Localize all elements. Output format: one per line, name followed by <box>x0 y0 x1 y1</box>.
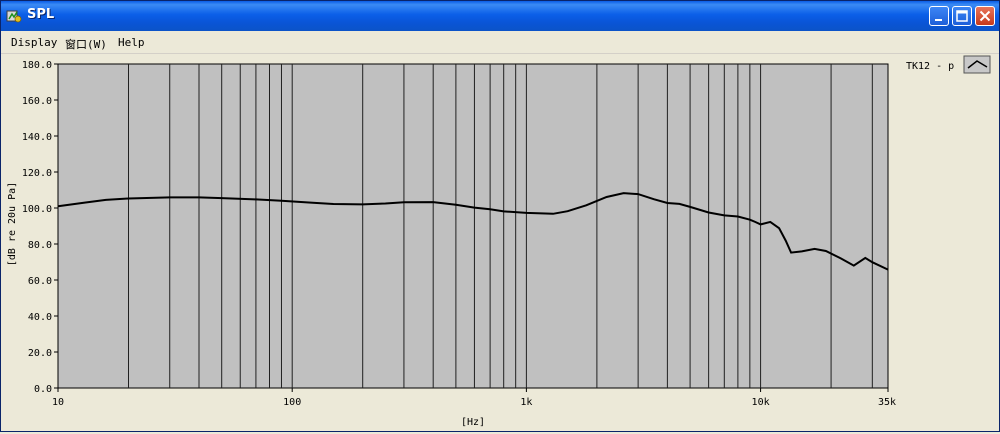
maximize-button[interactable] <box>952 6 972 26</box>
y-tick-label: 100.0 <box>22 204 52 215</box>
legend-label: TK12 - p <box>906 61 954 72</box>
menu-window[interactable]: 窗口(W) <box>65 36 107 52</box>
x-tick-label: 100 <box>283 397 301 408</box>
chart-panel: 0.0 20.0 40.0 60.0 80.0 100.0 120.0 140.0 160.0 1… <box>3 54 997 430</box>
x-tick-label: 10 <box>52 397 64 408</box>
app-icon <box>6 10 22 23</box>
x-tick-label: 10k <box>752 397 770 408</box>
legend-swatch[interactable] <box>963 55 991 74</box>
x-tick-label: 1k <box>520 397 532 408</box>
maximize-icon <box>956 10 968 22</box>
menu-bar: Display 窗口(W) Help <box>1 31 999 54</box>
spl-chart: 0.0 20.0 40.0 60.0 80.0 100.0 120.0 140.0 160.0 1… <box>7 55 991 428</box>
title-bar[interactable]: SPL <box>1 1 999 31</box>
close-button[interactable] <box>975 6 995 26</box>
y-tick-label: 40.0 <box>28 312 52 323</box>
x-axis-label: [Hz] <box>461 417 485 428</box>
y-axis-label: [dB re 20u Pa] <box>7 182 18 266</box>
y-tick-label: 180.0 <box>22 60 52 71</box>
plot-area <box>57 63 889 389</box>
x-tick-label: 35k <box>878 397 896 408</box>
window-title: SPL <box>27 7 55 22</box>
app-window: SPL Display 窗口(W) Help 0.0 20.0 40.0 60.0 80… <box>0 0 1000 432</box>
y-tick-label: 160.0 <box>22 96 52 107</box>
y-tick-label: 0.0 <box>34 384 52 395</box>
y-tick-label: 20.0 <box>28 348 52 359</box>
close-icon <box>979 10 991 22</box>
minimize-icon <box>935 19 942 21</box>
y-tick-label: 80.0 <box>28 240 52 251</box>
minimize-button[interactable] <box>929 6 949 26</box>
y-tick-label: 140.0 <box>22 132 52 143</box>
menu-display[interactable]: Display <box>11 36 57 49</box>
y-tick-label: 60.0 <box>28 276 52 287</box>
y-tick-label: 120.0 <box>22 168 52 179</box>
menu-help[interactable]: Help <box>118 36 145 49</box>
